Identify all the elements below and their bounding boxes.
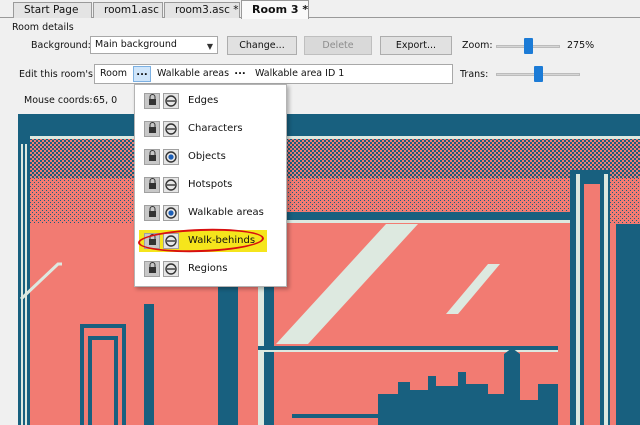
background-label: Background: [31, 40, 91, 51]
lock-icon[interactable] [144, 149, 160, 165]
zoom-slider[interactable] [496, 36, 560, 56]
tab-start-page[interactable]: Start Page [13, 2, 92, 18]
transparency-slider-thumb[interactable] [534, 66, 543, 82]
menu-item-label: Regions [188, 263, 228, 274]
menu-item-walk-behinds[interactable]: Walk-behinds [135, 226, 287, 255]
lock-icon[interactable] [144, 205, 160, 221]
breadcrumb-layer[interactable]: Walkable areas [157, 65, 229, 83]
lock-icon[interactable] [144, 93, 160, 109]
menu-item-walkable-areas[interactable]: Walkable areas [135, 200, 287, 226]
menu-item-label: Objects [188, 151, 226, 162]
menu-item-edges[interactable]: Edges [135, 88, 287, 114]
room-details-group-label: Room details [12, 22, 74, 33]
menu-item-regions[interactable]: Regions [135, 256, 287, 282]
zoom-slider-thumb[interactable] [524, 38, 533, 54]
zoom-label: Zoom: [462, 40, 493, 51]
visibility-visible-icon[interactable] [163, 205, 179, 221]
export-button[interactable]: Export... [380, 36, 452, 55]
menu-item-label: Hotspots [188, 179, 233, 190]
zoom-value: 275% [567, 40, 595, 51]
menu-item-label: Characters [188, 123, 243, 134]
change-button[interactable]: Change... [227, 36, 297, 55]
visibility-hidden-icon[interactable] [163, 93, 179, 109]
mouse-coords-label: Mouse coords: [24, 95, 93, 106]
room-background-image [18, 114, 640, 425]
visibility-hidden-icon[interactable] [163, 121, 179, 137]
visibility-hidden-icon[interactable] [163, 261, 179, 277]
mouse-coords-value: 65, 0 [93, 95, 118, 106]
tab-room1-asc[interactable]: room1.asc [93, 2, 163, 18]
room-layer-breadcrumb: Room ... Walkable areas ... Walkable are… [94, 64, 453, 84]
delete-button[interactable]: Delete [304, 36, 372, 55]
document-tab-strip: Start Page room1.asc room3.asc * Room 3 … [0, 0, 640, 19]
tab-room3-asc[interactable]: room3.asc * [164, 2, 240, 18]
breadcrumb-room-dropdown-button[interactable]: ... [133, 66, 151, 82]
menu-item-label: Walkable areas [188, 207, 264, 218]
background-select[interactable]: Main background ▼ [90, 36, 218, 54]
breadcrumb-room[interactable]: Room [100, 65, 127, 83]
menu-item-objects[interactable]: Objects [135, 144, 287, 170]
breadcrumb-item[interactable]: Walkable area ID 1 [255, 65, 344, 83]
lock-icon[interactable] [144, 121, 160, 137]
trans-label: Trans: [460, 69, 489, 80]
background-select-value: Main background [95, 39, 177, 50]
transparency-slider[interactable] [496, 64, 580, 84]
edit-room-label: Edit this room's: [19, 69, 97, 80]
breadcrumb-layer-dropdown-button[interactable]: ... [231, 66, 249, 82]
menu-item-label: Edges [188, 95, 219, 106]
visibility-hidden-icon[interactable] [163, 177, 179, 193]
chevron-down-icon: ▼ [206, 42, 213, 51]
lock-icon[interactable] [144, 261, 160, 277]
menu-item-characters[interactable]: Characters [135, 116, 287, 142]
layer-dropdown-menu: Edges Characters Objects Hotspots Walkab… [134, 84, 287, 287]
lock-icon[interactable] [144, 177, 160, 193]
menu-item-hotspots[interactable]: Hotspots [135, 172, 287, 198]
tab-room-3[interactable]: Room 3 * [241, 0, 309, 19]
room-canvas[interactable] [18, 114, 640, 425]
visibility-visible-icon[interactable] [163, 149, 179, 165]
